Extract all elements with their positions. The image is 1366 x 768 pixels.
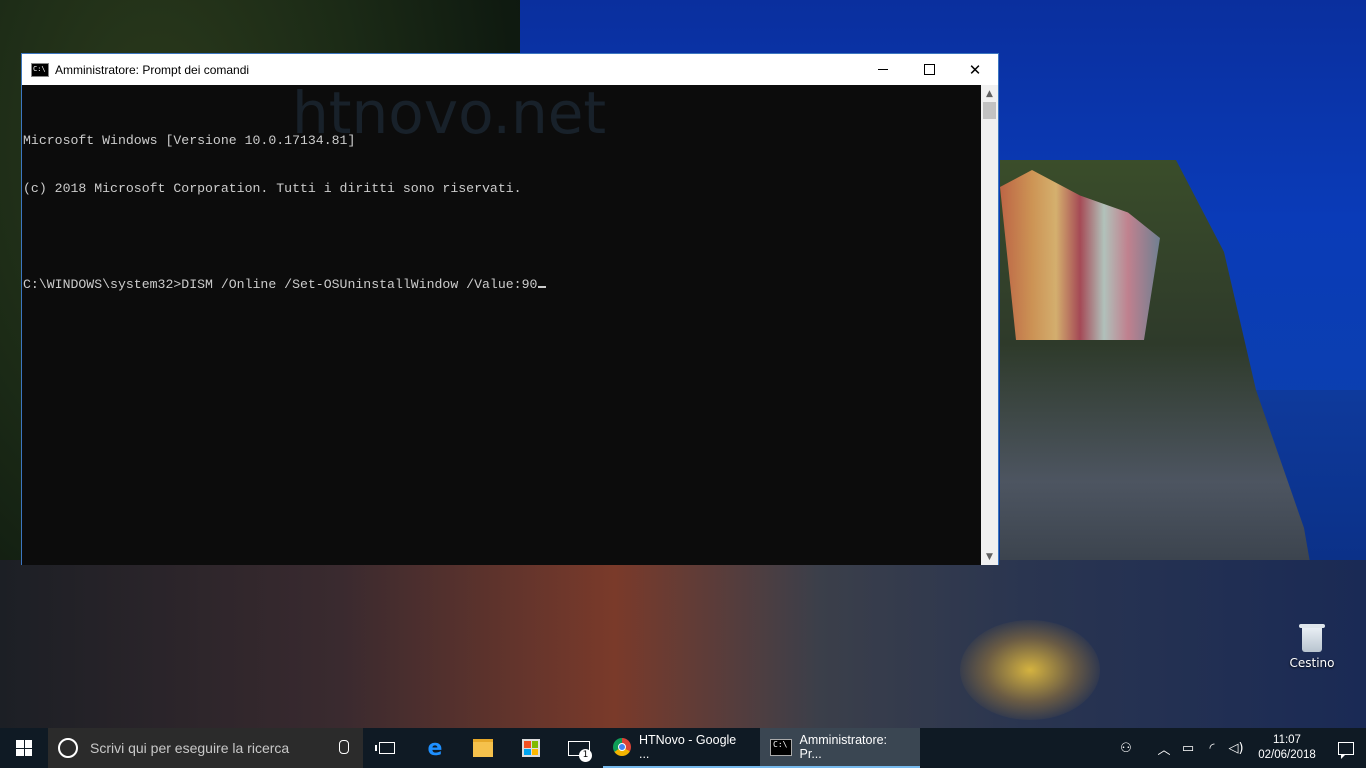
chevron-up-icon[interactable]: ︿ [1152, 728, 1176, 768]
window-title: Amministratore: Prompt dei comandi [55, 62, 250, 77]
store-button[interactable] [507, 728, 555, 768]
minimize-button[interactable] [860, 54, 906, 85]
mail-badge: 1 [579, 749, 592, 762]
vertical-scrollbar[interactable]: ▲ ▼ [981, 85, 998, 565]
store-icon [522, 739, 540, 757]
taskbar-app-label: Amministratore: Pr... [799, 733, 888, 761]
wallpaper-rocks [0, 560, 1366, 728]
chrome-icon [613, 738, 631, 756]
start-button[interactable] [0, 728, 48, 768]
people-icon[interactable]: ⚇ [1114, 728, 1138, 768]
clock[interactable]: 11:07 02/06/2018 [1252, 733, 1322, 763]
notification-icon [1338, 741, 1354, 759]
console-line: (c) 2018 Microsoft Corporation. Tutti i … [23, 181, 522, 196]
file-explorer-button[interactable] [459, 728, 507, 768]
chevron-up-icon: ▲ [986, 88, 993, 99]
taskbar: Scrivi qui per eseguire la ricerca e 1 H… [0, 728, 1366, 768]
scroll-down-button[interactable]: ▼ [981, 548, 998, 565]
recycle-bin-label: Cestino [1289, 656, 1335, 670]
folder-icon [473, 739, 493, 757]
windows-logo-icon [16, 740, 32, 756]
search-placeholder: Scrivi qui per eseguire la ricerca [90, 740, 290, 756]
console-command-line[interactable]: C:\WINDOWS\system32>DISM /Online /Set-OS… [23, 277, 983, 293]
cortana-icon [58, 738, 78, 758]
clock-time: 11:07 [1273, 734, 1301, 746]
battery-icon[interactable]: ▭ [1176, 728, 1200, 768]
close-icon: ✕ [968, 60, 982, 79]
task-view-icon [375, 742, 395, 754]
microphone-icon[interactable] [339, 740, 349, 754]
cmd-icon: C:\ [770, 738, 792, 756]
close-button[interactable]: ✕ [952, 54, 998, 85]
minimize-icon [878, 69, 888, 70]
action-center-button[interactable] [1326, 728, 1366, 768]
maximize-button[interactable] [906, 54, 952, 85]
recycle-bin-icon [1299, 622, 1325, 652]
edge-icon: e [427, 735, 443, 761]
wifi-icon[interactable]: ◜ [1200, 728, 1224, 768]
wallpaper-light-reflection [960, 620, 1100, 720]
cmd-window[interactable]: C:\ Amministratore: Prompt dei comandi ✕… [21, 53, 999, 565]
clock-date: 02/06/2018 [1258, 749, 1316, 761]
scrollbar-thumb[interactable] [983, 102, 996, 119]
taskbar-app-cmd[interactable]: C:\ Amministratore: Pr... [760, 728, 920, 768]
system-tray: ⚇ ︿ ▭ ◜ ◁) 11:07 02/06/2018 [1114, 728, 1366, 768]
maximize-icon [923, 64, 935, 75]
watermark: htnovo.net [292, 85, 607, 147]
scroll-up-button[interactable]: ▲ [981, 85, 998, 102]
search-box[interactable]: Scrivi qui per eseguire la ricerca [48, 728, 363, 768]
chevron-down-icon: ▼ [986, 551, 993, 562]
taskbar-app-label: HTNovo - Google ... [638, 733, 737, 761]
text-cursor [538, 286, 547, 288]
task-view-button[interactable] [363, 728, 411, 768]
cmd-icon[interactable]: C:\ [31, 62, 49, 77]
volume-icon[interactable]: ◁) [1224, 728, 1248, 768]
title-bar[interactable]: C:\ Amministratore: Prompt dei comandi ✕ [22, 54, 998, 85]
console-output[interactable]: htnovo.net Microsoft Windows [Versione 1… [22, 85, 983, 565]
edge-button[interactable]: e [411, 728, 459, 768]
recycle-bin[interactable]: Cestino [1282, 622, 1342, 670]
command-text: C:\WINDOWS\system32>DISM /Online /Set-OS… [23, 277, 538, 292]
mail-button[interactable]: 1 [555, 728, 603, 768]
taskbar-app-chrome[interactable]: HTNovo - Google ... [603, 728, 760, 768]
